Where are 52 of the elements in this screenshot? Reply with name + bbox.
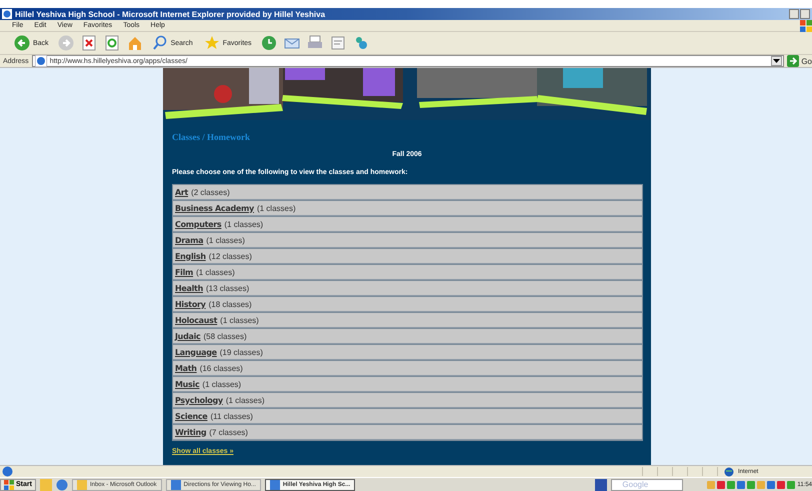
subject-link[interactable]: Health: [175, 284, 203, 292]
stop-icon[interactable]: [80, 35, 97, 51]
class-count: (1 classes): [196, 268, 235, 276]
subject-link[interactable]: Judaic: [175, 332, 200, 340]
windows-logo-icon: [4, 480, 14, 490]
class-count: (12 classes): [208, 252, 252, 260]
edit-icon[interactable]: [330, 35, 346, 51]
app-icon: [270, 480, 280, 490]
class-count: (1 classes): [224, 220, 264, 228]
class-count: (1 classes): [206, 236, 245, 244]
refresh-icon[interactable]: [104, 35, 120, 51]
class-count: (1 classes): [220, 316, 259, 324]
subject-link[interactable]: Music: [175, 380, 200, 388]
subject-link[interactable]: Science: [175, 412, 208, 420]
page-icon: [34, 55, 47, 67]
class-count: (11 classes): [210, 412, 253, 420]
class-count: (7 classes): [209, 428, 248, 436]
subject-link[interactable]: Film: [175, 268, 194, 276]
star-icon: [204, 35, 220, 51]
subject-link[interactable]: Writing: [175, 428, 206, 436]
app-icon: [76, 480, 87, 490]
subject-link[interactable]: Psychology: [175, 396, 223, 404]
subject-link[interactable]: Computers: [175, 220, 222, 228]
app-icon: [170, 480, 181, 490]
class-count: (1 classes): [202, 380, 242, 388]
subject-link[interactable]: Language: [175, 348, 217, 356]
home-icon[interactable]: [126, 35, 143, 51]
minimize-button[interactable]: [789, 9, 799, 19]
class-count: (1 classes): [226, 396, 265, 404]
page-heading: Classes / Homework: [172, 132, 250, 142]
search-icon: [152, 35, 168, 51]
subject-link[interactable]: Business Academy: [175, 204, 254, 212]
subject-link[interactable]: English: [175, 252, 206, 260]
subject-link[interactable]: History: [175, 300, 206, 308]
restore-button[interactable]: [800, 9, 810, 19]
history-icon[interactable]: [260, 35, 277, 51]
class-count: (1 classes): [256, 204, 296, 212]
class-count: (2 classes): [191, 188, 230, 196]
subject-link[interactable]: Math: [175, 364, 197, 372]
subject-link[interactable]: Holocaust: [175, 316, 218, 324]
class-count: (16 classes): [200, 364, 243, 372]
class-count: (19 classes): [220, 348, 263, 356]
windows-logo-icon[interactable]: [800, 20, 812, 32]
subject-link[interactable]: Art: [175, 188, 188, 196]
window-title: Hillel Yeshiva High School - Microsoft Internet Explorer provided by Hillel Yeshiva: [15, 10, 326, 18]
dropdown-arrow-icon[interactable]: [771, 56, 782, 66]
printer-icon[interactable]: [306, 35, 323, 51]
class-count: (58 classes): [203, 332, 247, 340]
class-count: (18 classes): [208, 300, 252, 308]
subject-link[interactable]: Drama: [175, 236, 204, 244]
globe-icon: [724, 466, 734, 476]
class-count: (13 classes): [206, 284, 250, 292]
